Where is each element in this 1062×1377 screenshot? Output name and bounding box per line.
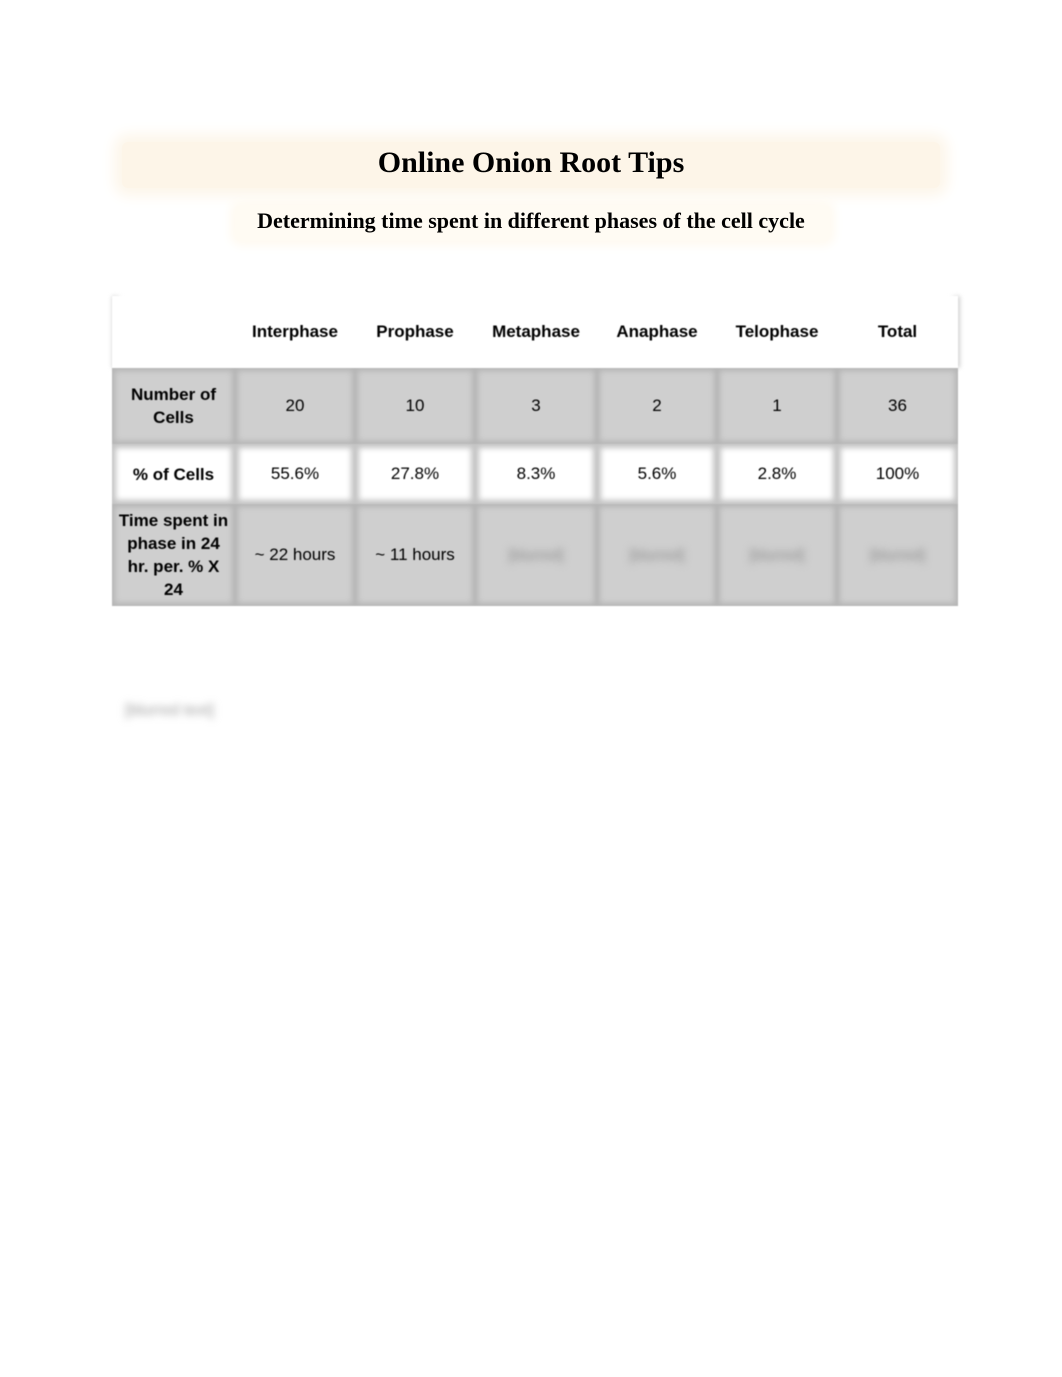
table-cell: 36 <box>837 368 958 444</box>
header-corner <box>112 296 235 368</box>
table-cell: 3 <box>475 368 597 444</box>
header-anaphase: Anaphase <box>597 296 717 368</box>
table-row-time-spent: Time spent in phase in 24 hr. per. % X 2… <box>112 504 958 606</box>
table-cell: 5.6% <box>597 444 717 504</box>
table-cell: ~ 11 hours <box>355 504 475 606</box>
table-cell: 100% <box>837 444 958 504</box>
row-label: Time spent in phase in 24 hr. per. % X 2… <box>112 504 235 606</box>
table-row-number-of-cells: Number of Cells 20 10 3 2 1 36 <box>112 368 958 444</box>
table-cell: 1 <box>717 368 837 444</box>
table-cell: 2 <box>597 368 717 444</box>
table-row-percent-of-cells: % of Cells 55.6% 27.8% 8.3% 5.6% 2.8% 10… <box>112 444 958 504</box>
header-total: Total <box>837 296 958 368</box>
page-title: Online Onion Root Tips <box>377 146 685 179</box>
table-cell-blurred: [blurred] <box>837 504 958 606</box>
table-cell: 20 <box>235 368 355 444</box>
table-cell-blurred: [blurred] <box>717 504 837 606</box>
table-cell: 27.8% <box>355 444 475 504</box>
page-subtitle: Determining time spent in different phas… <box>257 208 805 233</box>
table-cell: 10 <box>355 368 475 444</box>
blurred-paragraph: [blurred text] <box>125 702 214 719</box>
cell-cycle-table: Interphase Prophase Metaphase Anaphase T… <box>112 296 958 606</box>
blurred-value: [blurred] <box>629 547 685 564</box>
header-prophase: Prophase <box>355 296 475 368</box>
table-cell: ~ 22 hours <box>235 504 355 606</box>
header-metaphase: Metaphase <box>475 296 597 368</box>
row-label: % of Cells <box>112 444 235 504</box>
blurred-value: [blurred] <box>869 547 926 564</box>
table-cell-blurred: [blurred] <box>475 504 597 606</box>
header-telophase: Telophase <box>717 296 837 368</box>
blurred-value: [blurred] <box>508 547 564 564</box>
blurred-value: [blurred] <box>749 547 805 564</box>
table-header-row: Interphase Prophase Metaphase Anaphase T… <box>112 296 958 368</box>
table-cell: 2.8% <box>717 444 837 504</box>
table-cell-blurred: [blurred] <box>597 504 717 606</box>
header-interphase: Interphase <box>235 296 355 368</box>
table-cell: 55.6% <box>235 444 355 504</box>
table-cell: 8.3% <box>475 444 597 504</box>
row-label: Number of Cells <box>112 368 235 444</box>
